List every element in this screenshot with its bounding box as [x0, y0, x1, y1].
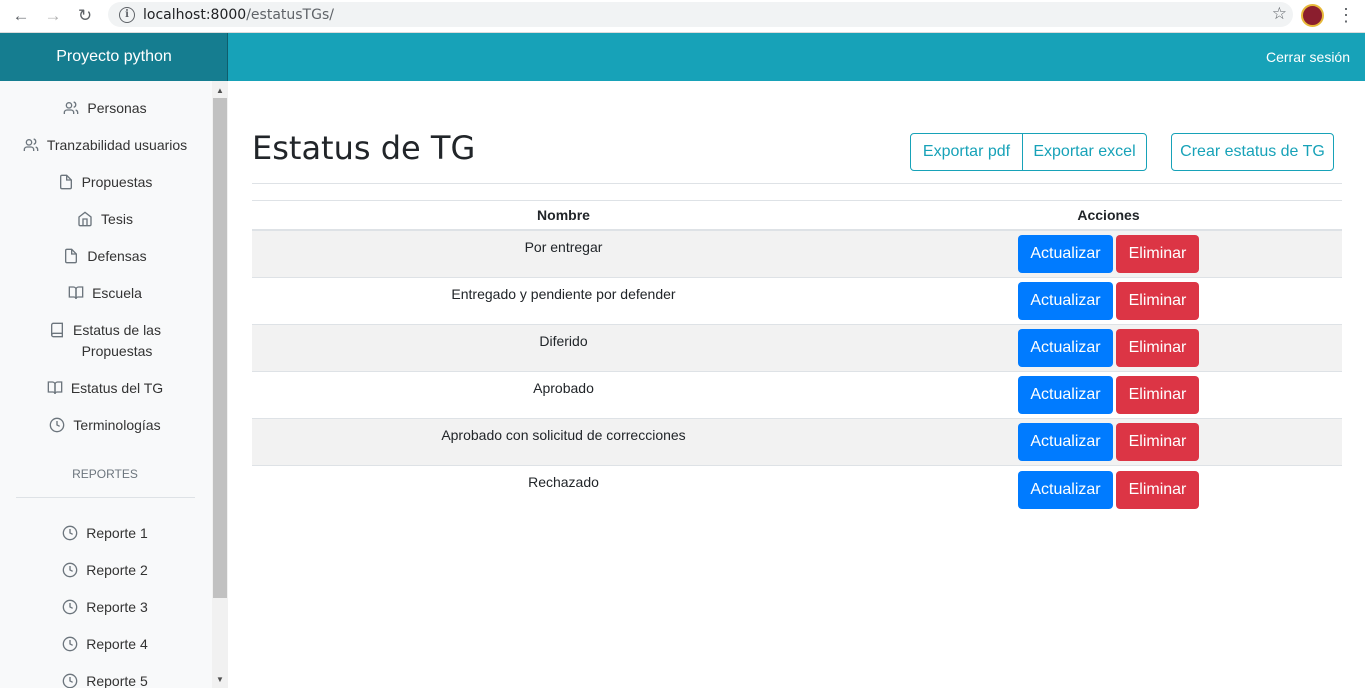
export-pdf-button[interactable]: Exportar pdf — [910, 133, 1023, 171]
sidebar-item-label: Propuestas — [81, 174, 153, 190]
clock-icon — [62, 673, 78, 688]
sidebar-divider — [16, 497, 195, 498]
back-icon[interactable]: ← — [10, 5, 32, 27]
sidebar-item-personas[interactable]: Personas — [0, 98, 210, 118]
sidebar-item-propuestas[interactable]: Propuestas — [0, 172, 210, 192]
table-row: Por entregar Actualizar Eliminar — [252, 231, 1342, 278]
main-content: Estatus de TG Exportar pdf Exportar exce… — [252, 81, 1342, 688]
browser-menu-icon[interactable]: ⋮ — [1337, 5, 1355, 25]
sidebar-item-terminologias[interactable]: Terminologías — [0, 415, 210, 435]
clock-icon — [62, 636, 78, 652]
sidebar-item-label: Terminologías — [73, 417, 161, 433]
delete-button[interactable]: Eliminar — [1116, 423, 1199, 461]
column-header-nombre: Nombre — [537, 207, 590, 223]
table-row: Aprobado Actualizar Eliminar — [252, 372, 1342, 419]
update-button[interactable]: Actualizar — [1018, 376, 1113, 414]
logout-link[interactable]: Cerrar sesión — [1266, 33, 1350, 81]
update-button[interactable]: Actualizar — [1018, 423, 1113, 461]
sidebar-item-reporte-1[interactable]: Reporte 1 — [0, 523, 210, 543]
url-host: localhost:8000 — [143, 6, 247, 23]
url-text[interactable]: localhost:8000/estatusTGs/ — [143, 7, 334, 23]
sidebar-item-escuela[interactable]: Escuela — [0, 283, 210, 303]
column-header-acciones: Acciones — [1077, 207, 1140, 223]
create-estatus-button[interactable]: Crear estatus de TG — [1171, 133, 1334, 171]
file-icon — [63, 248, 79, 264]
table-row: Aprobado con solicitud de correcciones A… — [252, 419, 1342, 466]
row-name: Diferido — [539, 333, 588, 349]
row-name: Aprobado con solicitud de correcciones — [441, 427, 686, 443]
row-name: Por entregar — [524, 239, 603, 255]
sidebar-item-tranzabilidad[interactable]: Tranzabilidad usuarios — [0, 135, 210, 155]
sidebar: Personas Tranzabilidad usuarios Propuest… — [0, 81, 228, 688]
url-path: /estatusTGs/ — [246, 6, 334, 23]
clock-icon — [49, 417, 65, 433]
profile-avatar[interactable] — [1301, 4, 1324, 27]
sidebar-item-label: Escuela — [92, 285, 142, 301]
clock-icon — [62, 525, 78, 541]
sidebar-item-label: Propuestas — [81, 343, 153, 359]
sidebar-item-estatus-propuestas[interactable]: Estatus de las Propuestas — [0, 320, 210, 362]
home-icon — [77, 211, 93, 227]
reload-icon[interactable]: ↻ — [74, 5, 96, 27]
file-icon — [58, 174, 74, 190]
sidebar-item-label: Tranzabilidad usuarios — [46, 137, 188, 153]
sidebar-item-label: Personas — [87, 100, 147, 116]
delete-button[interactable]: Eliminar — [1116, 329, 1199, 367]
bookmark-star-icon[interactable]: ☆ — [1272, 4, 1287, 24]
delete-button[interactable]: Eliminar — [1116, 282, 1199, 320]
update-button[interactable]: Actualizar — [1018, 470, 1113, 509]
sidebar-item-estatus-tg[interactable]: Estatus del TG — [0, 378, 210, 398]
book-open-icon — [47, 380, 63, 396]
scroll-thumb[interactable] — [213, 98, 227, 598]
sidebar-item-defensas[interactable]: Defensas — [0, 246, 210, 266]
scroll-up-arrow-icon[interactable]: ▲ — [212, 83, 228, 97]
reports-heading: REPORTES — [72, 467, 138, 481]
browser-toolbar: ← → ↻ i localhost:8000/estatusTGs/ ☆ ⋮ — [0, 0, 1365, 33]
users-icon — [23, 137, 39, 153]
sidebar-item-label: Defensas — [87, 248, 147, 264]
page-title: Estatus de TG — [252, 129, 476, 167]
clock-icon — [62, 562, 78, 578]
delete-button[interactable]: Eliminar — [1116, 470, 1199, 509]
sidebar-item-label: Reporte 1 — [86, 525, 148, 541]
sidebar-item-label: Estatus del TG — [70, 380, 164, 396]
sidebar-item-label: Reporte 2 — [86, 562, 148, 578]
sidebar-item-label: Reporte 4 — [86, 636, 148, 652]
scroll-down-arrow-icon[interactable]: ▼ — [212, 672, 228, 686]
row-name: Aprobado — [533, 380, 594, 396]
row-name: Entregado y pendiente por defender — [451, 286, 676, 302]
sidebar-item-label: Reporte 5 — [86, 673, 148, 688]
update-button[interactable]: Actualizar — [1018, 282, 1113, 320]
sidebar-item-reporte-4[interactable]: Reporte 4 — [0, 634, 210, 654]
info-icon[interactable]: i — [119, 6, 135, 23]
export-excel-button[interactable]: Exportar excel — [1022, 133, 1147, 171]
table-header: Nombre Acciones — [252, 200, 1342, 231]
table-row: Entregado y pendiente por defender Actua… — [252, 278, 1342, 325]
table-row: Diferido Actualizar Eliminar — [252, 325, 1342, 372]
estatus-table: Nombre Acciones Por entregar Actualizar … — [252, 200, 1342, 513]
sidebar-item-label: Reporte 3 — [86, 599, 148, 615]
address-bar[interactable]: i localhost:8000/estatusTGs/ ☆ — [108, 2, 1293, 27]
sidebar-item-reporte-2[interactable]: Reporte 2 — [0, 560, 210, 580]
users-icon — [63, 100, 79, 116]
brand-link[interactable]: Proyecto python — [0, 33, 228, 81]
table-row: Rechazado Actualizar Eliminar — [252, 466, 1342, 513]
book-icon — [49, 322, 65, 338]
clock-icon — [62, 599, 78, 615]
title-divider — [252, 183, 1342, 184]
sidebar-item-label: Tesis — [101, 211, 133, 227]
sidebar-item-label: Estatus de las — [73, 322, 161, 338]
sidebar-item-reporte-5[interactable]: Reporte 5 — [0, 671, 210, 688]
sidebar-scrollbar[interactable]: ▲ ▼ — [212, 81, 228, 688]
delete-button[interactable]: Eliminar — [1116, 376, 1199, 414]
update-button[interactable]: Actualizar — [1018, 235, 1113, 273]
forward-icon[interactable]: → — [42, 5, 64, 27]
sidebar-item-tesis[interactable]: Tesis — [0, 209, 210, 229]
top-navbar: Proyecto python Cerrar sesión — [0, 33, 1365, 81]
row-name: Rechazado — [528, 474, 599, 490]
book-open-icon — [68, 285, 84, 301]
sidebar-item-reporte-3[interactable]: Reporte 3 — [0, 597, 210, 617]
delete-button[interactable]: Eliminar — [1116, 235, 1199, 273]
update-button[interactable]: Actualizar — [1018, 329, 1113, 367]
